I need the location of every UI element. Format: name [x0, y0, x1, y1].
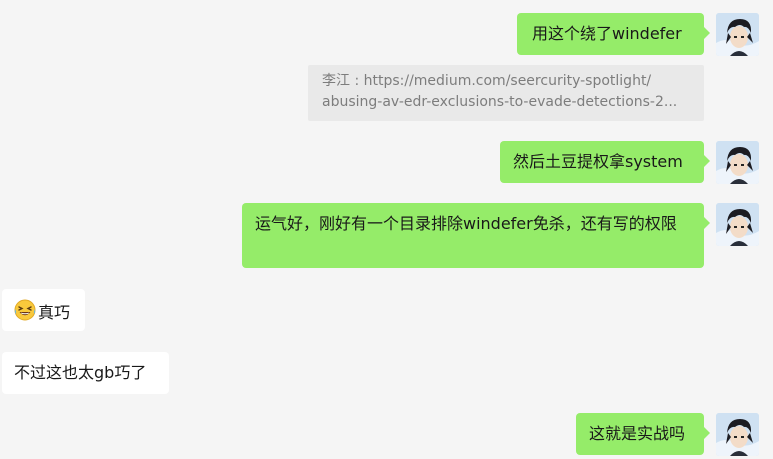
- message-text: 真巧: [38, 303, 71, 322]
- avatar[interactable]: [716, 13, 759, 56]
- message-bubble-sent[interactable]: 运气好，刚好有一个目录排除windefer免杀，还有写的权限: [242, 203, 710, 268]
- message-text: 运气好，刚好有一个目录排除windefer免杀，还有写的权限: [255, 214, 677, 233]
- chat-window: 用这个绕了windefer 李江 : https://medium.com/se…: [0, 0, 773, 459]
- message-text: 然后土豆提权拿system: [513, 152, 683, 171]
- message-bubble-sent[interactable]: 用这个绕了windefer: [517, 13, 710, 55]
- message-text: 不过这也太gb巧了: [14, 363, 147, 382]
- avatar[interactable]: [716, 203, 759, 246]
- avatar-image: [716, 203, 759, 246]
- avatar[interactable]: [716, 141, 759, 184]
- grinning-squinting-tears-emoji: [14, 299, 36, 327]
- message-bubble-received[interactable]: 不过这也太gb巧了: [2, 352, 169, 394]
- avatar-image: [716, 13, 759, 56]
- message-bubble-received[interactable]: 真巧: [2, 289, 85, 331]
- message-text: 用这个绕了windefer: [532, 24, 682, 43]
- avatar-image: [716, 413, 759, 456]
- message-bubble-sent[interactable]: 这就是实战吗: [576, 413, 710, 455]
- message-text: 这就是实战吗: [589, 424, 686, 443]
- quote-line-1: 李江 : https://medium.com/seercurity-spotl…: [322, 73, 652, 89]
- quoted-message[interactable]: 李江 : https://medium.com/seercurity-spotl…: [308, 65, 704, 121]
- avatar-image: [716, 141, 759, 184]
- avatar[interactable]: [716, 413, 759, 456]
- quote-line-2: abusing-av-edr-exclusions-to-evade-detec…: [322, 94, 678, 110]
- message-bubble-sent[interactable]: 然后土豆提权拿system: [500, 141, 710, 183]
